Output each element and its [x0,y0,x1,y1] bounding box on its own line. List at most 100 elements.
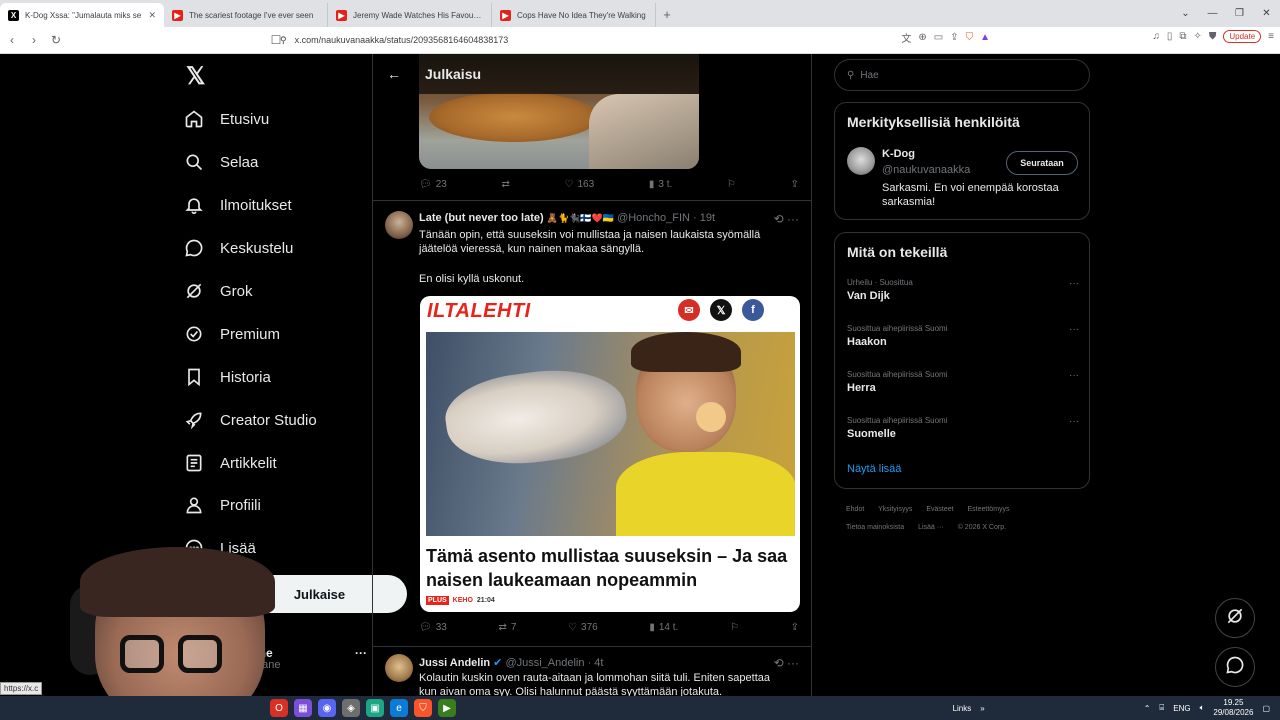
nav-item-grok[interactable]: Grok [184,276,253,306]
nav-item-bookmarks[interactable]: Historia [184,362,271,392]
post-more-icon[interactable]: ⟲ ··· [774,212,799,226]
wallet-icon[interactable]: ⛊ [1209,31,1217,42]
facebook-share-icon[interactable]: f [742,299,764,321]
author-handle[interactable]: @Honcho_FIN [617,212,690,224]
reload-icon[interactable]: ↻ [46,33,66,47]
email-share-icon[interactable]: ✉ [678,299,700,321]
avatar[interactable] [847,147,875,175]
person-name[interactable]: K-Dog [882,148,915,160]
terminal-icon[interactable]: ▶ [438,699,456,717]
tabs-icon[interactable]: ⧉ [1179,31,1186,42]
views-button[interactable]: ▮ 14 t. [649,622,678,633]
footer-link[interactable]: Evästeet [926,506,953,513]
link-card[interactable]: ILTALEHTI ✉ 𝕏 f Tämä asento mullistaa su… [420,296,800,612]
footer-link[interactable]: Tietoa mainoksista [846,524,904,531]
post-time[interactable]: 19t [700,212,715,224]
new-tab-button[interactable]: + [656,3,678,27]
grok-float-button[interactable] [1215,598,1255,638]
brave-shield-icon[interactable]: ⛉ [966,32,974,43]
close-tab-icon[interactable]: ✕ [148,10,156,21]
brave-icon[interactable]: ⛉ [414,699,432,717]
update-button[interactable]: Update [1223,30,1262,43]
edge-icon[interactable]: e [390,699,408,717]
following-button[interactable]: Seurataan [1006,151,1078,175]
nav-item-profile[interactable]: Profiili [184,490,261,520]
language-indicator[interactable]: ENG [1173,704,1190,713]
browser-tab-active[interactable]: X K-Dog Xssa: "Jumalauta miks se ✕ [0,3,164,27]
app-icon[interactable]: ▦ [294,699,312,717]
discord-icon[interactable]: ◉ [318,699,336,717]
post-more-icon[interactable]: ⟲ ··· [774,656,799,670]
minimize-icon[interactable]: — [1199,0,1226,27]
nav-item-creator-studio[interactable]: Creator Studio [184,405,317,435]
maximize-icon[interactable]: ❐ [1226,0,1253,27]
nav-item-messages[interactable]: Keskustelu [184,233,293,263]
trend-more-icon[interactable]: ··· [1069,416,1079,427]
notifications-icon[interactable]: ▢ [1262,704,1270,713]
nav-item-articles[interactable]: Artikkelit [184,448,277,478]
forward-icon[interactable]: › [24,33,44,47]
site-info-icon[interactable]: ⚲ [280,35,287,46]
trend-item[interactable]: Suosittua aihepiirissä Suomi Suomelle ··… [847,416,1079,440]
reply-button[interactable]: 💬︎ 33 [419,622,447,633]
browser-tab[interactable]: ▶ The scariest footage I've ever seen [164,3,328,27]
bookmark-button[interactable]: ⚐ [727,179,736,190]
trend-item[interactable]: Suosittua aihepiirissä Suomi Haakon ··· [847,324,1079,348]
brave-rewards-icon[interactable]: ▲ [980,32,990,43]
opera-icon[interactable]: O [270,699,288,717]
translate-icon[interactable]: 文 [901,30,911,45]
nav-item-explore[interactable]: Selaa [184,147,258,177]
avatar[interactable] [385,654,413,682]
media-icon[interactable]: ♫ [1152,31,1160,42]
app-icon[interactable]: ◈ [342,699,360,717]
zoom-icon[interactable]: ⊕ [918,32,926,43]
browser-tab[interactable]: ▶ Cops Have No Idea They're Walking [492,3,656,27]
address-bar[interactable]: ⚲ x.com/naukuvanaakka/status/20935681646… [280,30,1000,50]
bookmark-button[interactable]: ⚐ [730,622,739,633]
share-button[interactable]: ⇪ [791,179,799,190]
author-name[interactable]: Jussi Andelin [419,657,490,669]
more-options-icon[interactable]: ··· [355,646,367,660]
trend-more-icon[interactable]: ··· [1069,278,1079,289]
chevron-icon[interactable]: » [980,704,984,713]
footer-link[interactable]: Yksityisyys [878,506,912,513]
back-arrow-icon[interactable]: ← [387,66,401,82]
sidebar-icon[interactable]: ▯ [1167,31,1173,42]
clock[interactable]: 19.25 29/08/2026 [1213,698,1253,718]
post[interactable]: Late (but never too late) 🧸🐈🐈‍⬛🇫🇮❤️🇺🇦 @H… [373,200,811,646]
trend-more-icon[interactable]: ··· [1069,324,1079,335]
app-icon[interactable]: ▣ [366,699,384,717]
nav-item-notifications[interactable]: Ilmoitukset [184,190,292,220]
tab-list-icon[interactable]: ⌄ [1172,0,1199,27]
repost-button[interactable]: ⇄ [501,179,509,190]
footer-link[interactable]: Lisää ··· [918,524,944,531]
nav-item-home[interactable]: Etusivu [184,104,269,134]
share-icon[interactable]: ⇪ [950,32,958,43]
nav-item-premium[interactable]: Premium [184,319,280,349]
footer-link[interactable]: Esteettömyys [968,506,1010,513]
links-toolbar[interactable]: Links [953,704,972,713]
network-icon[interactable]: ⌸ [1159,703,1164,713]
repost-button[interactable]: ⇄ 7 [498,622,516,633]
show-more-link[interactable]: Näytä lisää [847,463,901,475]
back-icon[interactable]: ‹ [2,33,22,47]
post-time[interactable]: 4t [594,657,603,669]
views-button[interactable]: ▮ 3 t. [649,179,672,190]
x-logo-icon[interactable]: 𝕏 [186,62,205,91]
browser-tab[interactable]: ▶ Jeremy Wade Watches His Favourite [328,3,492,27]
cast-icon[interactable]: ▭ [934,32,943,43]
search-input[interactable]: ⚲ Hae [834,59,1090,91]
trend-more-icon[interactable]: ··· [1069,370,1079,381]
author-name[interactable]: Late (but never too late) [419,212,544,224]
author-handle[interactable]: @Jussi_Andelin [505,657,584,669]
reply-button[interactable]: 💬︎ 23 [419,179,447,190]
trend-item[interactable]: Suosittua aihepiirissä Suomi Herra ··· [847,370,1079,394]
person-handle[interactable]: @naukuvanaakka [882,164,970,176]
menu-icon[interactable]: ≡ [1268,31,1274,42]
footer-link[interactable]: Ehdot [846,506,864,513]
like-button[interactable]: ♡ 376 [568,622,598,633]
avatar[interactable] [385,211,413,239]
tray-overflow-icon[interactable]: ⌃ [1144,704,1151,713]
like-button[interactable]: ♡ 163 [565,179,595,190]
volume-icon[interactable]: 🔈︎ [1200,703,1205,713]
